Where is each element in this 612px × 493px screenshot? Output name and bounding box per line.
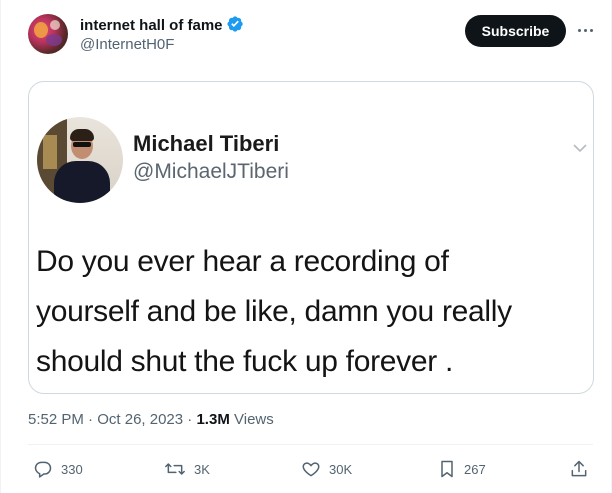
reply-count: 330 [61, 461, 83, 477]
subscribe-button[interactable]: Subscribe [465, 15, 566, 47]
author-name-row[interactable]: internet hall of fame [80, 15, 244, 38]
bookmark-count: 267 [464, 461, 486, 477]
chevron-down-icon [572, 140, 588, 158]
like-count: 30K [329, 461, 353, 477]
embedded-text-line: Do you ever hear a recording of [36, 245, 449, 278]
embedded-text-line: should shut the fuck up forever . [36, 345, 454, 378]
tweet-meta: 5:52 PM · Oct 26, 2023 · 1.3M Views [28, 411, 274, 429]
share-icon [569, 459, 589, 479]
tweet-date[interactable]: Oct 26, 2023 [97, 411, 183, 428]
tweet-image[interactable]: Michael Tiberi @MichaelJTiberi Do you ev… [28, 81, 594, 394]
more-icon[interactable] [573, 18, 597, 42]
verified-badge-icon [226, 15, 244, 38]
embedded-text-line: yourself and be like, damn you really [36, 295, 512, 328]
reply-icon [33, 459, 53, 479]
repost-icon [164, 459, 186, 479]
bookmark-button[interactable]: 267 [438, 459, 486, 479]
embedded-handle: @MichaelJTiberi [133, 160, 289, 183]
like-button[interactable]: 30K [301, 459, 352, 479]
divider [28, 444, 593, 445]
meta-separator: · [183, 411, 197, 428]
views-label: Views [234, 411, 274, 428]
embedded-avatar [37, 117, 123, 203]
embedded-tweet-text: Do you ever hear a recording of yourself… [36, 237, 581, 387]
author-handle[interactable]: @InternetH0F [80, 36, 174, 54]
repost-button[interactable]: 3K [164, 459, 210, 479]
tweet-container: internet hall of fame @InternetH0F Subsc… [0, 0, 612, 493]
repost-count: 3K [194, 461, 210, 477]
views-count: 1.3M [196, 411, 230, 428]
author-avatar[interactable] [28, 14, 68, 54]
tweet-time[interactable]: 5:52 PM [28, 411, 84, 428]
embedded-name: Michael Tiberi [133, 131, 280, 156]
reply-button[interactable]: 330 [33, 459, 83, 479]
bookmark-icon [438, 459, 456, 479]
author-name[interactable]: internet hall of fame [80, 17, 223, 34]
share-button[interactable] [569, 459, 589, 479]
like-icon [301, 459, 321, 479]
meta-separator: · [83, 411, 98, 428]
